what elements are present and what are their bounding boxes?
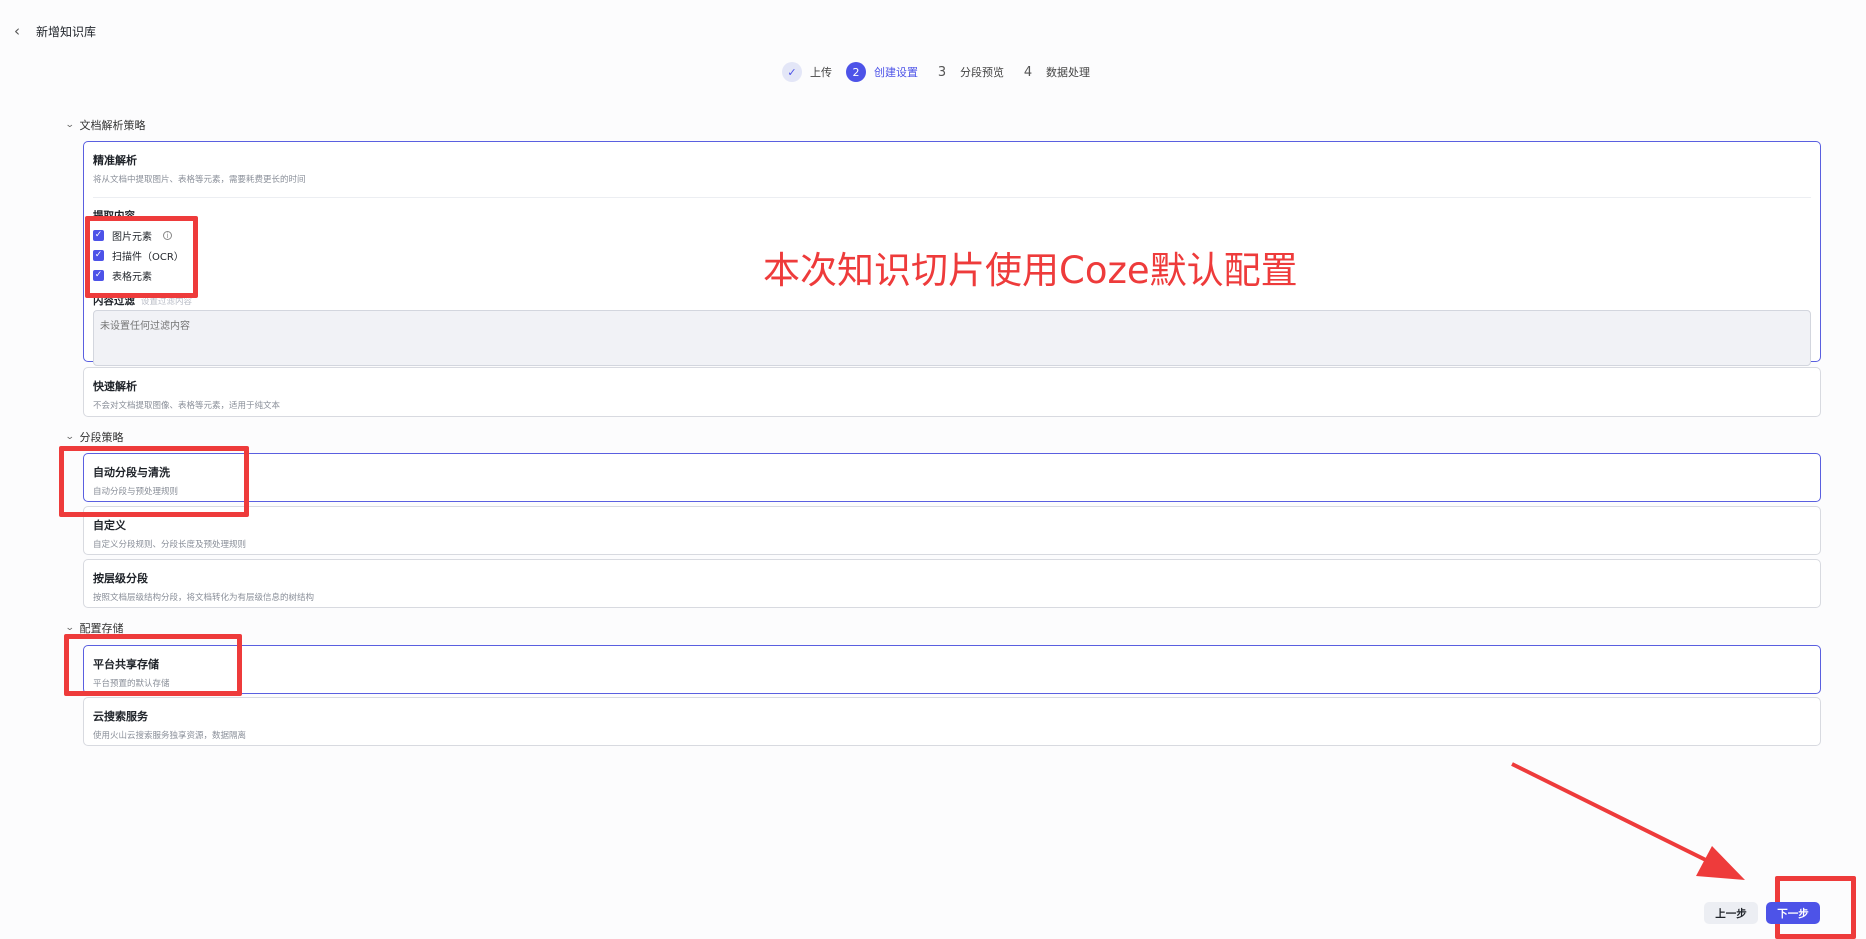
card-title: 自动分段与清洗 — [93, 466, 170, 479]
step-segment-preview: 3 分段预览 — [932, 62, 1004, 82]
card-desc: 按照文档层级结构分段，将文档转化为有层级信息的树结构 — [93, 593, 315, 603]
check-icon: ✓ — [782, 62, 802, 82]
platform-storage-card[interactable]: 平台共享存储 平台预置的默认存储 — [83, 645, 1821, 694]
card-desc: 自定义分段规则、分段长度及预处理规则 — [93, 540, 247, 550]
custom-segment-card[interactable]: 自定义 自定义分段规则、分段长度及预处理规则 — [83, 506, 1821, 555]
extract-content-title: 提取内容 — [93, 210, 135, 222]
auto-segment-card[interactable]: 自动分段与清洗 自动分段与预处理规则 — [83, 453, 1821, 502]
next-step-button[interactable]: 下一步 — [1766, 902, 1820, 924]
step-label: 数据处理 — [1046, 66, 1090, 79]
card-title: 自定义 — [93, 519, 126, 532]
step-label: 创建设置 — [874, 66, 918, 79]
section-title: 配置存储 — [79, 622, 124, 635]
chevron-down-icon: ⌄ — [64, 120, 75, 130]
checkbox-checked-icon[interactable]: ✓ — [93, 270, 104, 281]
annotation-text: 本次知识切片使用Coze默认配置 — [763, 249, 1298, 292]
content-filter-title: 内容过滤 — [93, 295, 135, 307]
fast-parse-card[interactable]: 快速解析 不会对文档提取图像、表格等元素，适用于纯文本 — [83, 367, 1821, 417]
step-upload: ✓ 上传 — [782, 62, 832, 82]
card-title: 云搜索服务 — [93, 710, 148, 723]
card-title: 按层级分段 — [93, 572, 148, 585]
step-number: 2 — [846, 62, 866, 82]
step-label: 上传 — [810, 66, 832, 79]
step-data-processing: 4 数据处理 — [1018, 62, 1090, 82]
section-title: 分段策略 — [79, 431, 124, 444]
stepper: ✓ 上传 2 创建设置 3 分段预览 4 数据处理 — [782, 62, 1096, 82]
card-desc: 自动分段与预处理规则 — [93, 487, 179, 497]
step-label: 分段预览 — [960, 66, 1004, 79]
arrow-shaft — [1511, 762, 1723, 870]
section-storage[interactable]: ⌄ 配置存储 — [64, 620, 124, 636]
section-segment-strategy[interactable]: ⌄ 分段策略 — [64, 429, 124, 445]
step-number: 4 — [1023, 64, 1033, 80]
info-icon[interactable]: i — [163, 231, 172, 240]
checkbox-checked-icon[interactable]: ✓ — [93, 230, 104, 241]
section-parse-strategy[interactable]: ⌄ 文档解析策略 — [64, 117, 146, 133]
card-title: 精准解析 — [93, 154, 137, 167]
page-title: 新增知识库 — [36, 25, 97, 39]
card-title: 平台共享存储 — [93, 658, 159, 671]
section-title: 文档解析策略 — [79, 119, 146, 132]
option-label: 图片元素 — [112, 232, 152, 243]
content-filter-row: 内容过滤 设置过滤内容 — [93, 293, 1811, 308]
card-desc: 平台预置的默认存储 — [93, 679, 170, 689]
option-label: 扫描件（OCR） — [112, 252, 184, 263]
card-desc: 不会对文档提取图像、表格等元素，适用于纯文本 — [93, 401, 281, 411]
cloud-search-card[interactable]: 云搜索服务 使用火山云搜索服务独享资源，数据隔离 — [83, 697, 1821, 746]
checkbox-checked-icon[interactable]: ✓ — [93, 250, 104, 261]
divider — [93, 197, 1811, 198]
filter-setting-link[interactable]: 设置过滤内容 — [141, 295, 192, 307]
page: ‹ 新增知识库 ✓ 上传 2 创建设置 3 分段预览 4 数据处理 ⌄ 文档解析… — [0, 0, 1866, 939]
prev-step-button[interactable]: 上一步 — [1704, 902, 1758, 924]
card-title: 快速解析 — [93, 380, 137, 393]
chevron-left-icon[interactable]: ‹ — [14, 22, 20, 40]
card-desc: 将从文档中提取图片、表格等元素，需要耗费更长的时间 — [93, 175, 306, 185]
step-create-settings: 2 创建设置 — [846, 62, 918, 82]
chevron-down-icon: ⌄ — [64, 623, 75, 633]
hierarchy-segment-card[interactable]: 按层级分段 按照文档层级结构分段，将文档转化为有层级信息的树结构 — [83, 559, 1821, 608]
card-desc: 使用火山云搜索服务独享资源，数据隔离 — [93, 731, 247, 741]
step-number: 3 — [937, 64, 947, 80]
chevron-down-icon: ⌄ — [64, 432, 75, 442]
option-label: 表格元素 — [112, 272, 152, 283]
arrow-head — [1696, 846, 1745, 880]
content-filter-input[interactable] — [93, 310, 1811, 366]
